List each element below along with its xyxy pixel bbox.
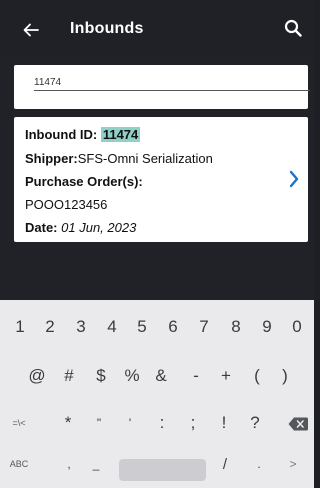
- key-minus[interactable]: -: [183, 358, 209, 394]
- key-7[interactable]: 7: [191, 309, 217, 345]
- key-semicolon[interactable]: ;: [180, 405, 206, 441]
- keyboard-row-bottom: ABC , _ / . >: [0, 446, 314, 486]
- backspace-key[interactable]: [286, 413, 310, 435]
- key-abc[interactable]: ABC: [3, 452, 35, 476]
- inbound-id-row: Inbound ID: 11474: [25, 127, 141, 142]
- arrow-back-icon: [23, 23, 39, 37]
- date-row: Date: 01 Jun, 2023: [25, 220, 136, 235]
- date-value: 01 Jun, 2023: [61, 220, 137, 235]
- key-1[interactable]: 1: [7, 309, 33, 345]
- key-8[interactable]: 8: [223, 309, 249, 345]
- search-underline: [34, 90, 310, 91]
- key-5[interactable]: 5: [129, 309, 155, 345]
- shipper-label: Shipper:: [25, 151, 78, 166]
- key-more-symbols[interactable]: =\<: [6, 405, 32, 441]
- search-icon: [284, 19, 302, 37]
- on-screen-keyboard: 1 2 3 4 5 6 7 8 9 0 @ # $ % & - + ( ) =\…: [0, 300, 314, 488]
- back-button[interactable]: [18, 17, 44, 43]
- key-3[interactable]: 3: [68, 309, 94, 345]
- key-0[interactable]: 0: [284, 309, 310, 345]
- key-exclamation[interactable]: !: [211, 405, 237, 441]
- key-hash[interactable]: #: [56, 358, 82, 394]
- key-plus[interactable]: +: [213, 358, 239, 394]
- shipper-value: SFS-Omni Serialization: [77, 151, 213, 166]
- search-input-value[interactable]: 11474: [34, 77, 61, 88]
- open-inbound-button[interactable]: [284, 167, 304, 191]
- key-open-paren[interactable]: (: [244, 358, 270, 394]
- key-colon[interactable]: :: [149, 405, 175, 441]
- keyboard-row-symbols-1: @ # $ % & - + ( ): [0, 358, 314, 398]
- app-bar: Inbounds: [0, 0, 314, 58]
- chevron-right-icon: [289, 170, 299, 188]
- keyboard-row-numbers: 1 2 3 4 5 6 7 8 9 0: [0, 309, 314, 349]
- key-ampersand[interactable]: &: [148, 358, 174, 394]
- key-2[interactable]: 2: [37, 309, 63, 345]
- key-4[interactable]: 4: [99, 309, 125, 345]
- key-comma[interactable]: ,: [56, 452, 82, 476]
- key-next[interactable]: >: [280, 452, 306, 476]
- key-question[interactable]: ?: [242, 405, 268, 441]
- keyboard-row-symbols-2: =\< * " ' : ; ! ?: [0, 405, 314, 445]
- search-field[interactable]: 11474: [14, 65, 310, 109]
- inbound-card[interactable]: Inbound ID: 11474 Shipper:SFS-Omni Seria…: [14, 117, 308, 242]
- backspace-icon: [288, 417, 308, 431]
- key-6[interactable]: 6: [160, 309, 186, 345]
- key-percent[interactable]: %: [119, 358, 145, 394]
- shipper-row: Shipper:SFS-Omni Serialization: [25, 151, 213, 166]
- key-single-quote[interactable]: ': [117, 405, 143, 441]
- key-underscore[interactable]: _: [83, 452, 109, 476]
- key-at[interactable]: @: [24, 358, 50, 394]
- date-label: Date:: [25, 220, 58, 235]
- key-close-paren[interactable]: ): [272, 358, 298, 394]
- key-asterisk[interactable]: *: [55, 405, 81, 441]
- purchase-order-value: POOO123456: [25, 197, 108, 212]
- key-slash[interactable]: /: [212, 452, 238, 476]
- space-key[interactable]: [119, 459, 206, 481]
- inbound-id-value: 11474: [100, 127, 141, 142]
- search-button[interactable]: [280, 15, 306, 41]
- purchase-order-label: Purchase Order(s):: [25, 174, 143, 189]
- key-double-quote[interactable]: ": [86, 405, 112, 441]
- page-title: Inbounds: [70, 20, 144, 37]
- inbound-id-label: Inbound ID:: [25, 127, 98, 142]
- screen: Inbounds 11474 Inbound ID: 11474 Shipper…: [0, 0, 314, 488]
- key-period[interactable]: .: [246, 452, 272, 476]
- key-9[interactable]: 9: [254, 309, 280, 345]
- key-dollar[interactable]: $: [88, 358, 114, 394]
